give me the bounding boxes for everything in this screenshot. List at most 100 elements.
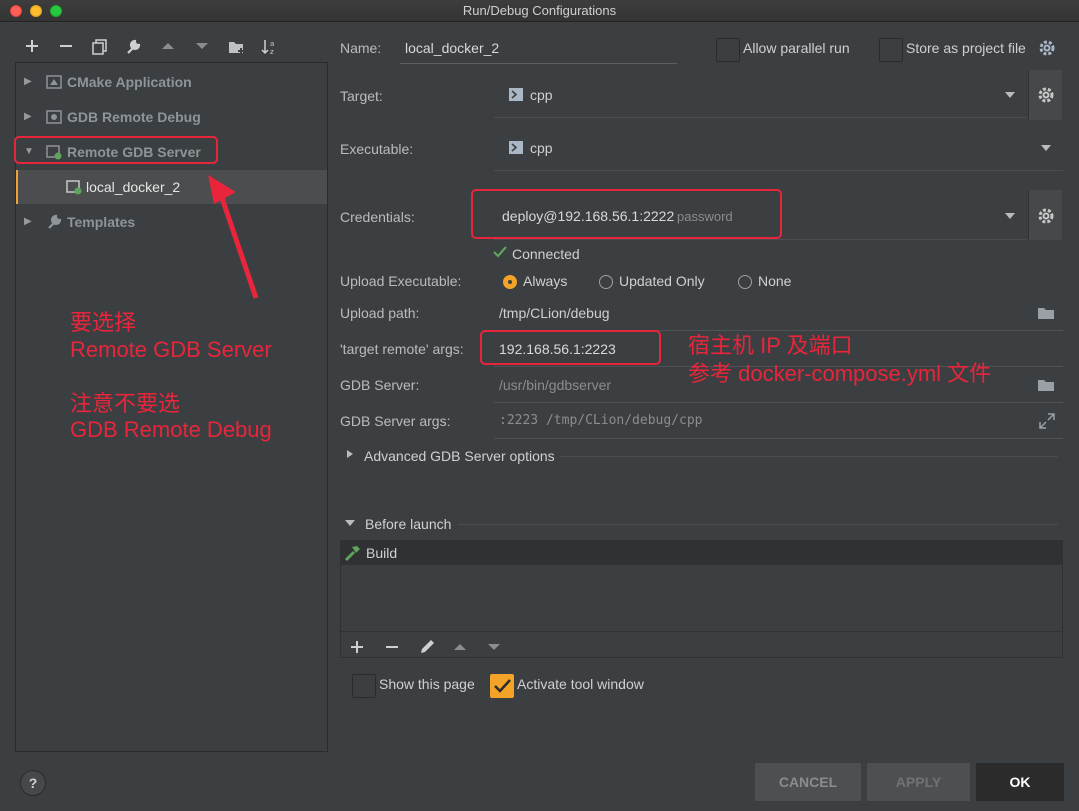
- annotation-arrow: [208, 175, 259, 299]
- chevron-right-icon[interactable]: [346, 449, 354, 459]
- gear-icon: [1038, 208, 1054, 224]
- chevron-right-icon[interactable]: ▶: [24, 100, 32, 134]
- sort-az-icon[interactable]: az: [259, 36, 281, 58]
- tree-item-templates[interactable]: ▶ Templates: [16, 205, 327, 239]
- show-page-label: Show this page: [379, 676, 475, 692]
- gdb-server-args-label: GDB Server args:: [340, 413, 451, 429]
- executable-label: Executable:: [340, 141, 414, 157]
- wrench-icon[interactable]: [122, 36, 144, 58]
- annotation-left-line-3: 注意不要选: [70, 391, 181, 416]
- gear-icon: [1038, 87, 1054, 103]
- minus-icon[interactable]: [385, 640, 399, 654]
- cmake-icon: [46, 75, 62, 89]
- terminal-icon: [509, 141, 523, 154]
- folder-icon[interactable]: [1037, 306, 1055, 320]
- chevron-down-icon: [1041, 145, 1051, 151]
- store-project-checkbox[interactable]: [879, 38, 903, 62]
- chevron-right-icon[interactable]: ▶: [24, 65, 32, 99]
- gdb-server-args-input[interactable]: :2223 /tmp/CLion/debug/cpp: [494, 403, 1063, 439]
- executable-select[interactable]: cpp: [494, 123, 1063, 171]
- name-input-underline: [400, 63, 677, 64]
- close-window-button[interactable]: [10, 5, 22, 17]
- upload-path-label: Upload path:: [340, 305, 420, 321]
- cancel-button[interactable]: CANCEL: [755, 763, 861, 801]
- allow-parallel-checkbox[interactable]: [716, 38, 740, 62]
- list-item-label: Build: [366, 545, 398, 561]
- arrow-up-icon[interactable]: [157, 36, 179, 58]
- upload-path-value: /tmp/CLion/debug: [499, 305, 610, 321]
- target-value: cpp: [530, 87, 553, 103]
- plus-icon[interactable]: [21, 36, 43, 58]
- apply-button[interactable]: APPLY: [867, 763, 970, 801]
- tree-item-cmake-application[interactable]: ▶ CMake Application: [16, 65, 327, 99]
- connection-status: Connected: [512, 246, 580, 262]
- gear-icon[interactable]: [1038, 39, 1056, 57]
- target-settings-button[interactable]: [1028, 70, 1062, 120]
- copy-icon[interactable]: [89, 36, 111, 58]
- upload-path-input[interactable]: /tmp/CLion/debug: [494, 295, 1063, 331]
- divider: [458, 524, 1058, 525]
- before-launch-title: Before launch: [365, 516, 452, 532]
- upload-none-label: None: [758, 273, 792, 289]
- minus-icon[interactable]: [55, 36, 77, 58]
- show-page-checkbox[interactable]: [352, 674, 376, 698]
- help-button[interactable]: ?: [20, 770, 46, 796]
- store-project-label: Store as project file: [906, 40, 1026, 56]
- gdb-server-input[interactable]: /usr/bin/gdbserver: [494, 367, 1063, 403]
- tree-item-gdb-remote-debug[interactable]: ▶ GDB Remote Debug: [16, 100, 327, 134]
- divider: [560, 456, 1058, 457]
- before-launch-list: Build: [340, 540, 1063, 658]
- chevron-down-icon: [1005, 213, 1015, 219]
- name-label: Name:: [340, 40, 382, 56]
- upload-executable-label: Upload Executable:: [340, 273, 462, 289]
- annotation-highlight-target-remote: [480, 330, 661, 365]
- credentials-label: Credentials:: [340, 209, 415, 225]
- folder-add-icon[interactable]: [226, 36, 248, 58]
- divider: [341, 631, 1062, 632]
- upload-none-radio[interactable]: [738, 275, 752, 289]
- maximize-window-button[interactable]: [50, 5, 62, 17]
- tree-item-label: Templates: [67, 214, 136, 230]
- expand-icon[interactable]: [1039, 413, 1055, 429]
- upload-always-radio[interactable]: [503, 275, 517, 289]
- activate-tool-label: Activate tool window: [517, 676, 644, 692]
- check-icon: [493, 246, 507, 258]
- hammer-icon: [344, 546, 360, 562]
- plus-icon[interactable]: [350, 640, 364, 654]
- arrow-down-icon[interactable]: [191, 36, 213, 58]
- chevron-down-icon[interactable]: [345, 519, 355, 527]
- credentials-settings-button[interactable]: [1028, 190, 1062, 240]
- chevron-right-icon[interactable]: ▶: [24, 205, 32, 239]
- terminal-icon: [509, 88, 523, 101]
- tree-item-local-docker-2[interactable]: local_docker_2: [16, 170, 327, 204]
- annotation-highlight-tree: [14, 136, 218, 164]
- annotation-left-line-4: GDB Remote Debug: [70, 417, 272, 442]
- activate-tool-checkbox[interactable]: [490, 674, 514, 698]
- chevron-down-icon: [1005, 92, 1015, 98]
- name-input[interactable]: local_docker_2: [405, 40, 499, 56]
- ok-button[interactable]: OK: [976, 763, 1064, 801]
- advanced-options-toggle[interactable]: Advanced GDB Server options: [364, 448, 555, 464]
- pencil-icon[interactable]: [418, 638, 436, 656]
- tree-item-label: GDB Remote Debug: [67, 109, 201, 125]
- gdb-server-args-value: :2223 /tmp/CLion/debug/cpp: [499, 413, 703, 428]
- svg-text:z: z: [270, 48, 274, 55]
- gdb-server-value: /usr/bin/gdbserver: [499, 377, 612, 393]
- minimize-window-button[interactable]: [30, 5, 42, 17]
- upload-updated-only-radio[interactable]: [599, 275, 613, 289]
- arrow-up-icon[interactable]: [453, 640, 467, 654]
- annotation-left-line-1: 要选择: [70, 310, 137, 335]
- tree-item-label: local_docker_2: [86, 179, 181, 195]
- list-item[interactable]: Build: [341, 541, 1062, 565]
- gdb-remote-icon: [46, 110, 62, 124]
- selection-indicator: [16, 170, 18, 204]
- arrow-down-icon[interactable]: [487, 640, 501, 654]
- folder-icon[interactable]: [1037, 378, 1055, 392]
- target-label: Target:: [340, 88, 383, 104]
- executable-value: cpp: [530, 140, 553, 156]
- remote-gdb-server-icon: [66, 180, 82, 195]
- annotation-highlight-credentials: [471, 189, 782, 239]
- annotation-right-line-1: 宿主机 IP 及端口: [688, 333, 853, 358]
- allow-parallel-label: Allow parallel run: [743, 40, 850, 56]
- target-select[interactable]: cpp: [494, 70, 1027, 118]
